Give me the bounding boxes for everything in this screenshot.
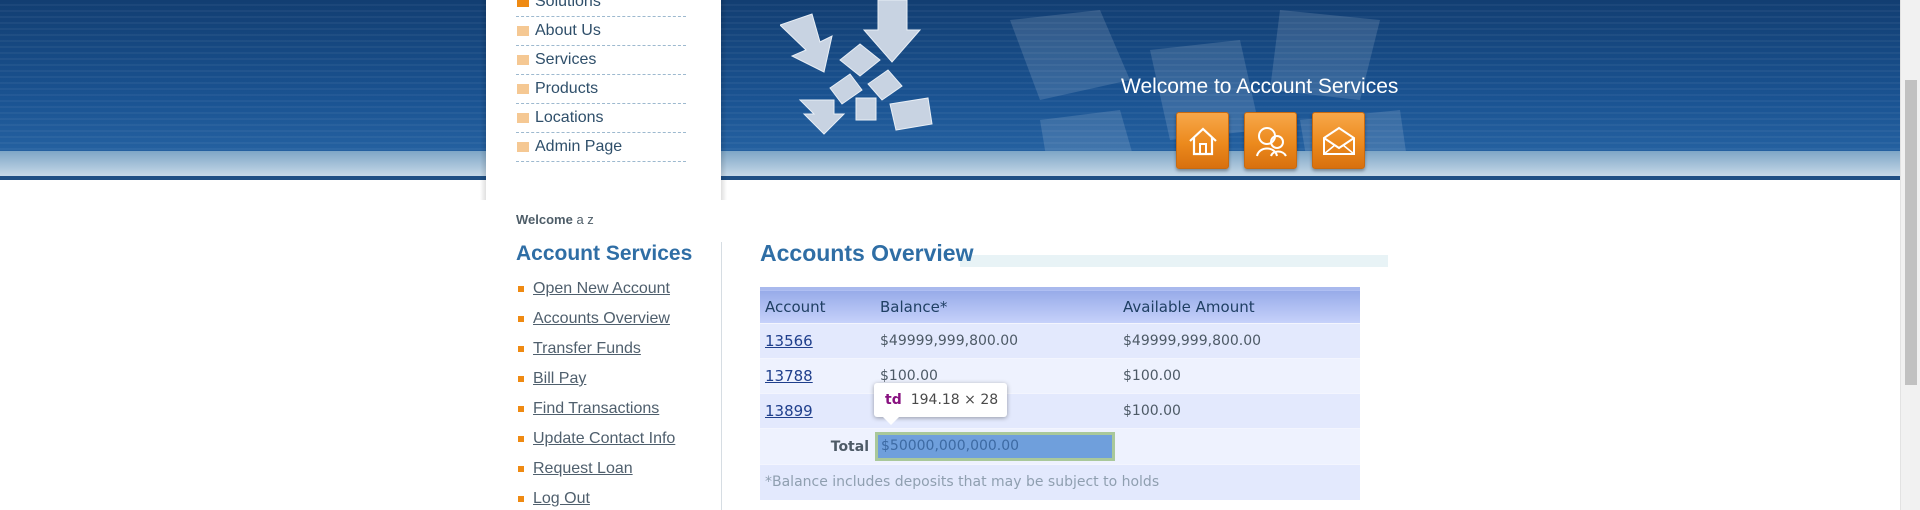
account-menu-item: Transfer Funds <box>516 334 675 364</box>
bullet-icon <box>517 142 529 152</box>
account-menu-item: Log Out <box>516 484 675 510</box>
account-link[interactable]: 13788 <box>765 367 813 385</box>
total-cell: $50000,000,000.00 <box>875 428 1118 465</box>
browser-viewport: Welcome to Account Services Solutions Ab… <box>0 0 1900 510</box>
title-underline-bar <box>960 255 1388 267</box>
update-contact-info-link[interactable]: Update Contact Info <box>533 430 675 448</box>
open-new-account-link[interactable]: Open New Account <box>533 280 670 298</box>
top-menu-item-about-us[interactable]: About Us <box>516 17 686 46</box>
contact-button[interactable] <box>1312 112 1365 169</box>
available-cell: $49999,999,800.00 <box>1118 323 1360 359</box>
bullet-icon <box>518 436 524 442</box>
welcome-user: Welcome a z <box>516 212 594 227</box>
vertical-scrollbar[interactable] <box>1900 0 1920 510</box>
tooltip-tag: td <box>885 392 902 408</box>
account-services-menu: Open New Account Accounts Overview Trans… <box>516 274 675 510</box>
table-row: 13788 $100.00 $100.00 <box>760 358 1360 394</box>
home-icon <box>1188 127 1217 155</box>
contact-icon <box>1255 126 1287 157</box>
devtools-inspect-tooltip: td 194.18 × 28 <box>874 383 1007 417</box>
top-menu-item-products[interactable]: Products <box>516 75 686 104</box>
account-cell: 13566 <box>760 323 875 359</box>
bullet-icon <box>518 376 524 382</box>
header-light-band <box>0 151 1900 176</box>
left-panel: Solutions About Us Services Products Loc… <box>480 0 727 510</box>
account-menu-item: Update Contact Info <box>516 424 675 454</box>
account-menu-item: Accounts Overview <box>516 304 675 334</box>
footnote-row: *Balance includes deposits that may be s… <box>760 464 1360 500</box>
total-label: Total <box>760 428 875 465</box>
total-value: $50000,000,000.00 <box>875 432 1115 461</box>
top-menu-item-locations[interactable]: Locations <box>516 104 686 133</box>
site-header: Welcome to Account Services <box>0 0 1900 180</box>
bullet-icon <box>517 55 529 65</box>
bullet-icon <box>518 406 524 412</box>
mail-icon <box>1322 126 1355 155</box>
column-header-balance: Balance* <box>875 287 1118 324</box>
accounts-overview-link[interactable]: Accounts Overview <box>533 310 670 328</box>
column-header-available: Available Amount <box>1118 287 1360 324</box>
bill-pay-link[interactable]: Bill Pay <box>533 370 586 388</box>
bullet-icon <box>518 496 524 502</box>
tooltip-arrow <box>883 417 899 425</box>
available-cell: $100.00 <box>1118 393 1360 429</box>
account-menu-item: Bill Pay <box>516 364 675 394</box>
accounts-table: Account Balance* Available Amount 13566 … <box>760 287 1360 500</box>
parabank-logo-icon <box>780 0 933 135</box>
account-menu-item: Find Transactions <box>516 394 675 424</box>
total-row: Total $50000,000,000.00 <box>760 428 1360 465</box>
user-name: a z <box>576 212 594 227</box>
balance-footnote: *Balance includes deposits that may be s… <box>760 464 1360 500</box>
home-button[interactable] <box>1176 112 1229 169</box>
log-out-link[interactable]: Log Out <box>533 490 590 508</box>
balance-cell: $49999,999,800.00 <box>875 323 1118 359</box>
available-cell: $100.00 <box>1118 358 1360 394</box>
bullet-icon <box>517 0 529 7</box>
left-panel-shadow <box>480 0 486 200</box>
top-menu-item-services[interactable]: Services <box>516 46 686 75</box>
request-loan-link[interactable]: Request Loan <box>533 460 633 478</box>
about-button[interactable] <box>1244 112 1297 169</box>
top-menu-label: Services <box>535 51 597 68</box>
column-header-account: Account <box>760 287 875 324</box>
account-link[interactable]: 13566 <box>765 332 813 350</box>
account-menu-item: Request Loan <box>516 454 675 484</box>
column-divider <box>721 242 722 510</box>
top-menu-item-solutions[interactable]: Solutions <box>516 0 686 17</box>
bullet-icon <box>518 316 524 322</box>
top-menu: Solutions About Us Services Products Loc… <box>516 0 686 162</box>
transfer-funds-link[interactable]: Transfer Funds <box>533 340 641 358</box>
header-band-line <box>0 176 1900 180</box>
bullet-icon <box>518 286 524 292</box>
page-title: Accounts Overview <box>760 240 974 266</box>
table-header-row: Account Balance* Available Amount <box>760 287 1360 324</box>
account-services-heading: Account Services <box>516 242 693 265</box>
top-menu-label: About Us <box>535 22 601 39</box>
bullet-icon <box>517 113 529 123</box>
scrollbar-thumb[interactable] <box>1905 80 1917 385</box>
account-link[interactable]: 13899 <box>765 402 813 420</box>
top-menu-label: Products <box>535 80 599 97</box>
table-row: 13566 $49999,999,800.00 $49999,999,800.0… <box>760 323 1360 359</box>
table-row: 13899 $100.00 <box>760 393 1360 429</box>
bullet-icon <box>518 466 524 472</box>
top-menu-item-admin-page[interactable]: Admin Page <box>516 133 686 162</box>
account-cell: 13788 <box>760 358 875 394</box>
empty-cell <box>1118 428 1360 465</box>
bullet-icon <box>517 84 529 94</box>
bullet-icon <box>518 346 524 352</box>
header-icon-row <box>1176 112 1365 169</box>
tooltip-dimensions: 194.18 × 28 <box>910 392 999 408</box>
find-transactions-link[interactable]: Find Transactions <box>533 400 659 418</box>
bullet-icon <box>517 26 529 36</box>
account-menu-item: Open New Account <box>516 274 675 304</box>
top-menu-label: Admin Page <box>535 138 623 155</box>
top-menu-label: Solutions <box>535 0 601 10</box>
top-menu-label: Locations <box>535 109 604 126</box>
account-cell: 13899 <box>760 393 875 429</box>
left-panel-shadow <box>721 0 727 200</box>
welcome-title: Welcome to Account Services <box>1121 75 1399 98</box>
welcome-label: Welcome <box>516 212 573 227</box>
